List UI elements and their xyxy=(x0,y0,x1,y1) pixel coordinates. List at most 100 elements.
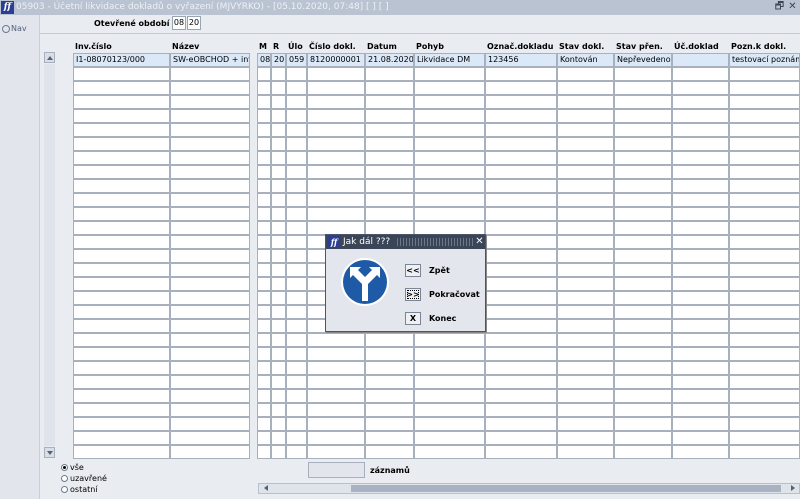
table-cell[interactable] xyxy=(73,235,170,249)
table-cell[interactable] xyxy=(170,445,250,459)
table-cell[interactable] xyxy=(672,319,729,333)
table-cell[interactable] xyxy=(365,389,414,403)
table-cell[interactable] xyxy=(485,333,557,347)
table-cell[interactable] xyxy=(614,249,672,263)
table-cell[interactable] xyxy=(557,137,614,151)
table-cell[interactable] xyxy=(73,151,170,165)
table-cell[interactable] xyxy=(557,361,614,375)
table-cell[interactable] xyxy=(414,109,485,123)
table-cell[interactable] xyxy=(307,389,365,403)
table-cell[interactable] xyxy=(170,347,250,361)
table-cell[interactable] xyxy=(271,375,286,389)
dialog-close-icon[interactable]: ✕ xyxy=(474,235,485,249)
table-cell[interactable]: Nepřevedeno xyxy=(614,53,672,67)
table-cell[interactable] xyxy=(365,403,414,417)
table-cell[interactable] xyxy=(729,361,800,375)
table-cell[interactable] xyxy=(729,319,800,333)
table-cell[interactable] xyxy=(485,417,557,431)
table-cell[interactable] xyxy=(614,445,672,459)
table-cell[interactable] xyxy=(729,81,800,95)
table-cell[interactable] xyxy=(286,431,307,445)
table-cell[interactable] xyxy=(485,137,557,151)
table-cell[interactable] xyxy=(557,235,614,249)
period-year-field[interactable]: 20 xyxy=(187,16,201,30)
table-cell[interactable] xyxy=(257,193,271,207)
continue-button[interactable]: >> xyxy=(405,288,421,301)
table-cell[interactable] xyxy=(257,263,271,277)
table-cell[interactable] xyxy=(414,445,485,459)
table-cell[interactable] xyxy=(307,81,365,95)
table-cell[interactable] xyxy=(271,403,286,417)
scroll-left-button[interactable] xyxy=(261,484,271,493)
table-cell[interactable] xyxy=(557,95,614,109)
table-cell[interactable] xyxy=(485,361,557,375)
exit-label[interactable]: Konec xyxy=(429,314,456,323)
table-cell[interactable] xyxy=(73,417,170,431)
table-cell[interactable] xyxy=(414,417,485,431)
table-cell[interactable] xyxy=(672,235,729,249)
table-cell[interactable] xyxy=(614,109,672,123)
table-cell[interactable] xyxy=(73,319,170,333)
table-cell[interactable] xyxy=(614,347,672,361)
table-cell[interactable] xyxy=(672,53,729,67)
table-cell[interactable] xyxy=(286,221,307,235)
table-cell[interactable] xyxy=(365,361,414,375)
table-cell[interactable] xyxy=(672,207,729,221)
table-cell[interactable] xyxy=(286,193,307,207)
table-cell[interactable] xyxy=(307,179,365,193)
table-cell[interactable] xyxy=(257,207,271,221)
table-cell[interactable] xyxy=(485,403,557,417)
table-cell[interactable] xyxy=(365,333,414,347)
table-cell[interactable] xyxy=(257,67,271,81)
table-cell[interactable] xyxy=(485,347,557,361)
table-cell[interactable] xyxy=(557,431,614,445)
table-cell[interactable] xyxy=(73,81,170,95)
table-cell[interactable] xyxy=(257,333,271,347)
table-cell[interactable] xyxy=(286,333,307,347)
table-cell[interactable] xyxy=(557,67,614,81)
table-cell[interactable] xyxy=(286,389,307,403)
table-cell[interactable] xyxy=(271,417,286,431)
table-cell[interactable] xyxy=(307,67,365,81)
table-cell[interactable] xyxy=(614,417,672,431)
table-cell[interactable] xyxy=(286,109,307,123)
table-cell[interactable] xyxy=(672,179,729,193)
table-cell[interactable] xyxy=(557,221,614,235)
table-cell[interactable] xyxy=(614,389,672,403)
table-cell[interactable] xyxy=(614,95,672,109)
table-cell[interactable] xyxy=(257,95,271,109)
table-cell[interactable] xyxy=(365,431,414,445)
table-cell[interactable] xyxy=(672,431,729,445)
table-cell[interactable] xyxy=(307,151,365,165)
table-cell[interactable] xyxy=(414,431,485,445)
table-cell[interactable] xyxy=(257,179,271,193)
table-cell[interactable] xyxy=(170,291,250,305)
table-cell[interactable] xyxy=(557,81,614,95)
table-cell[interactable] xyxy=(672,403,729,417)
table-cell[interactable] xyxy=(286,151,307,165)
table-cell[interactable] xyxy=(257,361,271,375)
table-cell[interactable] xyxy=(365,179,414,193)
table-cell[interactable] xyxy=(271,291,286,305)
table-cell[interactable] xyxy=(485,305,557,319)
table-cell[interactable] xyxy=(414,151,485,165)
table-cell[interactable] xyxy=(271,207,286,221)
table-cell[interactable] xyxy=(286,291,307,305)
table-cell[interactable] xyxy=(257,235,271,249)
table-cell[interactable] xyxy=(729,123,800,137)
table-cell[interactable] xyxy=(414,403,485,417)
table-cell[interactable] xyxy=(614,221,672,235)
table-cell[interactable] xyxy=(614,151,672,165)
table-cell[interactable] xyxy=(307,109,365,123)
table-cell[interactable] xyxy=(557,389,614,403)
table-cell[interactable] xyxy=(485,179,557,193)
table-cell[interactable] xyxy=(729,109,800,123)
table-cell[interactable] xyxy=(672,123,729,137)
table-cell[interactable] xyxy=(414,123,485,137)
table-cell[interactable] xyxy=(286,445,307,459)
table-cell[interactable] xyxy=(414,179,485,193)
table-cell[interactable] xyxy=(73,389,170,403)
table-cell[interactable] xyxy=(672,137,729,151)
table-cell[interactable] xyxy=(257,417,271,431)
table-cell[interactable] xyxy=(271,319,286,333)
